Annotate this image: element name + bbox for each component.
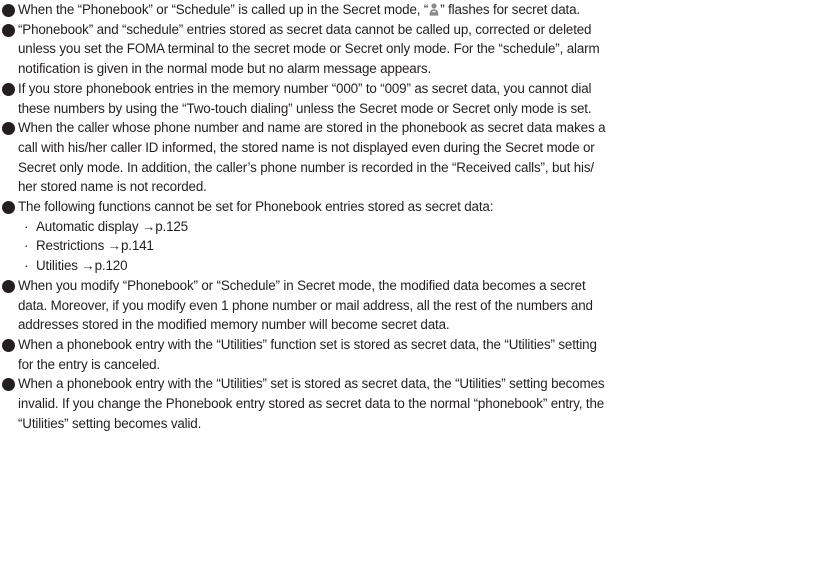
bullet-icon [2, 378, 15, 392]
note-4-line-2: call with his/her caller ID informed, th… [18, 139, 595, 155]
note-3-line-1: If you store phonebook entries in the me… [18, 80, 592, 96]
sub-item-marker: · [24, 258, 29, 274]
note-4: When the caller whose phone number and n… [0, 118, 840, 197]
note-8-line-1: When a phonebook entry with the “Utiliti… [18, 376, 605, 392]
note-8-line-2: invalid. If you change the Phonebook ent… [18, 396, 605, 412]
secret-person-icon [429, 3, 439, 16]
note-2-line-1: “Phonebook” and “schedule” entries store… [18, 21, 592, 37]
note-3: If you store phonebook entries in the me… [0, 79, 840, 118]
note-7: When a phonebook entry with the “Utiliti… [0, 335, 840, 374]
note-1-text-before: When the “Phonebook” or “Schedule” is ca… [18, 2, 429, 17]
note-6-line-2: data. Moreover, if you modify even 1 pho… [18, 297, 593, 313]
note-2-line-2: unless you set the FOMA terminal to the … [18, 41, 600, 57]
note-5-line-1: The following functions cannot be set fo… [18, 199, 494, 215]
note-2: “Phonebook” and “schedule” entries store… [0, 20, 840, 79]
bullet-icon [2, 279, 15, 293]
note-1: When the “Phonebook” or “Schedule” is ca… [0, 0, 840, 20]
sub-item-utilities: · Utilities →p.120 [0, 256, 840, 276]
note-6-line-1: When you modify “Phonebook” or “Schedule… [18, 277, 586, 293]
bullet-icon [2, 122, 15, 136]
note-4-line-4: her stored name is not recorded. [18, 179, 207, 195]
bullet-icon [2, 338, 15, 352]
sub-item-label: Automatic display →p.125 [36, 218, 188, 234]
sub-item-label: Restrictions →p.141 [36, 238, 154, 254]
bullet-icon [2, 23, 15, 37]
sub-item-restrictions: · Restrictions →p.141 [0, 236, 840, 256]
note-8-line-3: “Utilities” setting becomes valid. [18, 415, 202, 431]
sub-item-automatic-display: · Automatic display →p.125 [0, 217, 840, 237]
sub-item-label: Utilities →p.120 [36, 258, 128, 274]
note-7-line-1: When a phonebook entry with the “Utiliti… [18, 336, 597, 352]
note-2-line-3: notification is given in the normal mode… [18, 61, 432, 77]
note-6-line-3: addresses stored in the modified memory … [18, 317, 450, 333]
note-3-line-2: these numbers by using the “Two-touch di… [18, 100, 592, 116]
bullet-icon [2, 201, 15, 215]
bullet-icon [2, 82, 15, 96]
note-1-text-after: ” flashes for secret data. [440, 2, 580, 17]
sub-item-marker: · [24, 238, 29, 254]
sub-item-marker: · [24, 218, 29, 234]
bullet-icon [2, 4, 15, 17]
note-5: The following functions cannot be set fo… [0, 197, 840, 217]
note-4-line-3: Secret only mode. In addition, the calle… [18, 159, 594, 175]
note-7-line-2: for the entry is canceled. [18, 356, 160, 372]
note-8: When a phonebook entry with the “Utiliti… [0, 374, 840, 433]
notes-page: When the “Phonebook” or “Schedule” is ca… [0, 0, 840, 588]
note-4-line-1: When the caller whose phone number and n… [18, 120, 606, 136]
note-6: When you modify “Phonebook” or “Schedule… [0, 276, 840, 335]
